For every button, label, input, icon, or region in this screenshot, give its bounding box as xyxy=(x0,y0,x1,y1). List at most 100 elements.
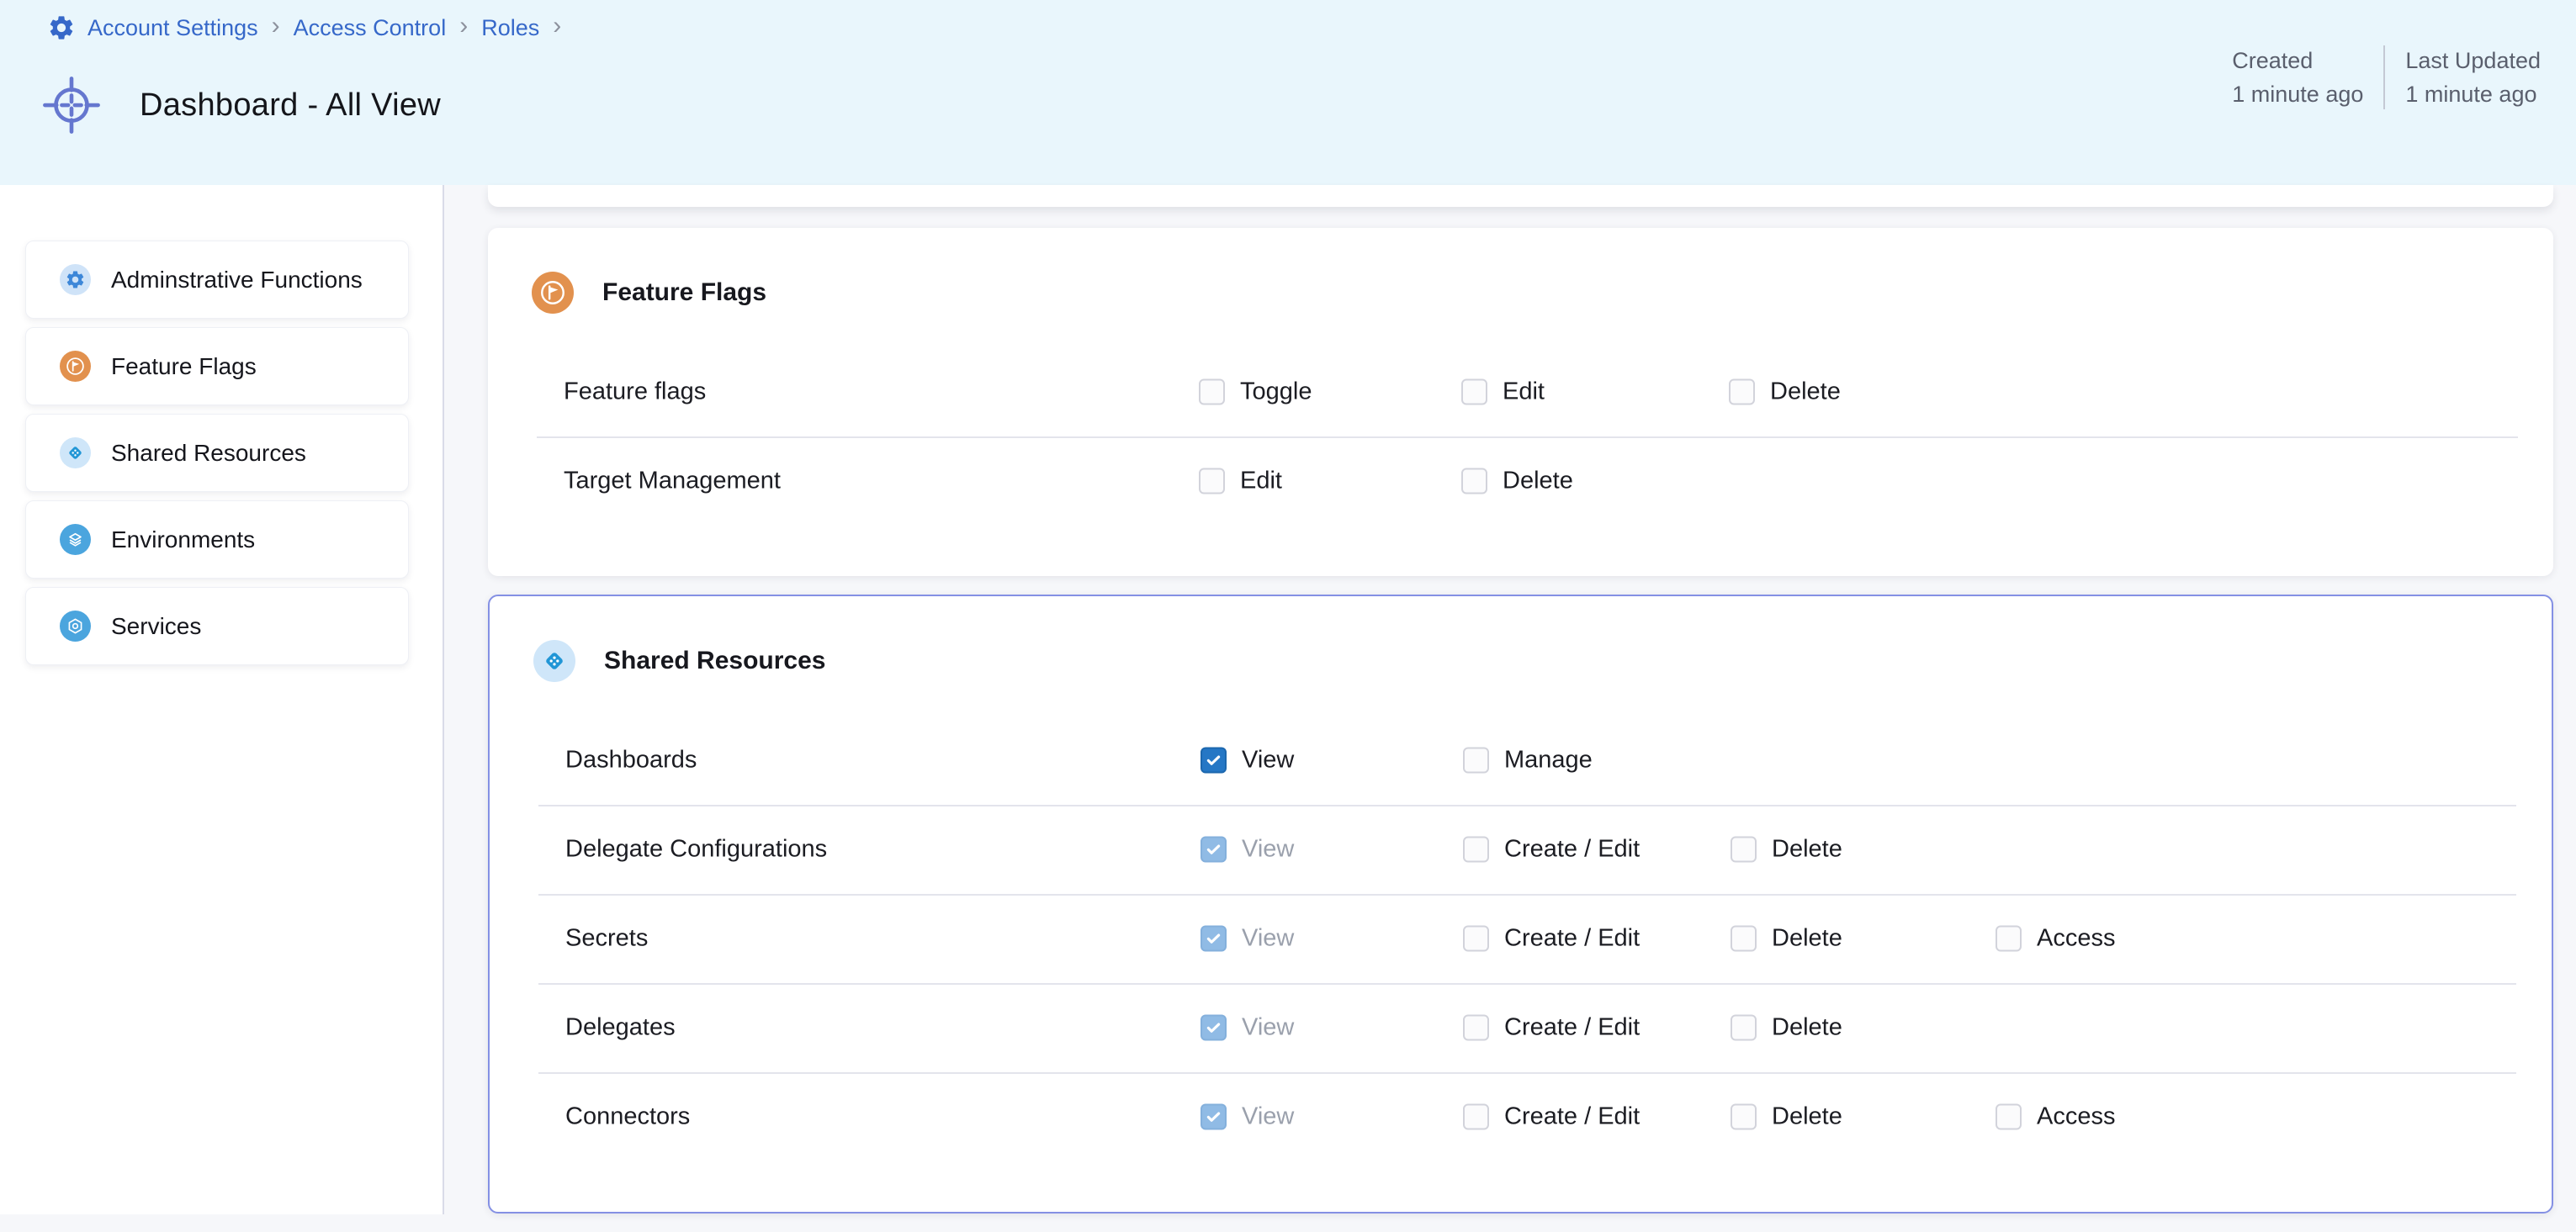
permission-delete[interactable]: Delete xyxy=(1461,468,1573,495)
last-updated-block: Last Updated 1 minute ago xyxy=(2385,44,2561,111)
resource-name: Dashboards xyxy=(565,747,697,775)
breadcrumb-separator-icon: › xyxy=(551,13,563,39)
permission-row: Delegates View Create / Edit Delete xyxy=(490,983,2552,1072)
resource-group-sidebar: Adminstrative Functions Feature Flags Sh… xyxy=(0,185,444,1214)
breadcrumb-access-control[interactable]: Access Control xyxy=(294,15,447,41)
permission-edit[interactable]: Edit xyxy=(1199,468,1282,495)
permission-manage[interactable]: Manage xyxy=(1463,747,1593,775)
flag-icon xyxy=(532,272,574,314)
checkbox[interactable] xyxy=(1201,748,1227,774)
account-settings-gear-icon[interactable] xyxy=(47,13,76,42)
checkbox[interactable] xyxy=(1463,1015,1489,1041)
checkbox-label: View xyxy=(1242,747,1294,775)
checkbox[interactable] xyxy=(1199,379,1225,405)
checkbox-label: Create / Edit xyxy=(1504,925,1640,953)
permission-access[interactable]: Access xyxy=(1996,1103,2115,1131)
permission-view[interactable]: View xyxy=(1201,747,1294,775)
permission-delete[interactable]: Delete xyxy=(1731,1103,1842,1131)
checkbox xyxy=(1201,926,1227,952)
role-crosshair-icon xyxy=(40,74,103,136)
last-updated-label: Last Updated xyxy=(2405,44,2541,77)
flag-icon xyxy=(60,351,91,382)
checkbox[interactable] xyxy=(1461,468,1487,494)
resource-name: Target Management xyxy=(564,468,781,495)
checkbox[interactable] xyxy=(1729,379,1755,405)
permission-create-edit[interactable]: Create / Edit xyxy=(1463,1014,1640,1042)
permission-toggle[interactable]: Toggle xyxy=(1199,378,1312,406)
sidebar-item-adminstrative-functions[interactable]: Adminstrative Functions xyxy=(25,241,409,319)
breadcrumb-separator-icon: › xyxy=(270,13,282,39)
checkbox[interactable] xyxy=(1463,748,1489,774)
page-header: Account Settings › Access Control › Role… xyxy=(0,0,2576,185)
permission-access[interactable]: Access xyxy=(1996,925,2115,953)
permission-rows: Dashboards View Manage Delegate Configur… xyxy=(490,716,2552,1161)
checkbox-label: Delete xyxy=(1772,1103,1842,1131)
permission-create-edit[interactable]: Create / Edit xyxy=(1463,836,1640,864)
sidebar-item-label: Feature Flags xyxy=(111,353,257,380)
checkbox-label: View xyxy=(1242,1103,1294,1131)
checkbox-label: Delete xyxy=(1770,378,1841,406)
breadcrumb-account-settings[interactable]: Account Settings xyxy=(87,15,258,41)
permission-row: Secrets View Create / Edit Delete Access xyxy=(490,894,2552,983)
permission-view: View xyxy=(1201,925,1294,953)
checkbox-label: Create / Edit xyxy=(1504,836,1640,864)
checkbox-label: Delete xyxy=(1772,1014,1842,1042)
resource-name: Secrets xyxy=(565,925,648,953)
layers-icon xyxy=(60,524,91,555)
permission-delete[interactable]: Delete xyxy=(1731,925,1842,953)
resource-name: Delegate Configurations xyxy=(565,836,827,864)
checkbox-label: Edit xyxy=(1503,378,1545,406)
created-block: Created 1 minute ago xyxy=(2212,44,2383,111)
checkbox-label: Delete xyxy=(1503,468,1573,495)
checkbox-label: Manage xyxy=(1504,747,1593,775)
sidebar-item-feature-flags[interactable]: Feature Flags xyxy=(25,327,409,405)
sidebar-item-services[interactable]: Services xyxy=(25,587,409,665)
breadcrumb-roles[interactable]: Roles xyxy=(481,15,539,41)
timestamps: Created 1 minute ago Last Updated 1 minu… xyxy=(2212,44,2561,111)
permission-rows: Feature flags Toggle Edit Delete Target … xyxy=(488,347,2553,526)
sidebar-item-label: Shared Resources xyxy=(111,440,306,467)
permission-view: View xyxy=(1201,1014,1294,1042)
checkbox[interactable] xyxy=(1463,837,1489,863)
hexagon-icon xyxy=(60,611,91,642)
partially-visible-card xyxy=(488,185,2553,207)
checkbox[interactable] xyxy=(1731,837,1757,863)
permission-create-edit[interactable]: Create / Edit xyxy=(1463,925,1640,953)
checkbox[interactable] xyxy=(1461,379,1487,405)
checkbox[interactable] xyxy=(1731,926,1757,952)
card-title: Feature Flags xyxy=(602,278,766,307)
card-header: Feature Flags xyxy=(488,228,2553,347)
card-title: Shared Resources xyxy=(604,647,825,675)
checkbox-label: Delete xyxy=(1772,836,1842,864)
permission-edit[interactable]: Edit xyxy=(1461,378,1545,406)
checkbox-label: View xyxy=(1242,925,1294,953)
checkbox-label: Access xyxy=(2037,1103,2115,1131)
permission-row: Dashboards View Manage xyxy=(490,716,2552,805)
created-label: Created xyxy=(2232,44,2363,77)
gear-icon xyxy=(60,264,91,295)
permission-delete[interactable]: Delete xyxy=(1731,836,1842,864)
permission-view: View xyxy=(1201,836,1294,864)
checkbox[interactable] xyxy=(1731,1104,1757,1130)
checkbox-label: Create / Edit xyxy=(1504,1014,1640,1042)
sidebar-item-shared-resources[interactable]: Shared Resources xyxy=(25,414,409,492)
permission-delete[interactable]: Delete xyxy=(1731,1014,1842,1042)
permission-delete[interactable]: Delete xyxy=(1729,378,1841,406)
checkbox[interactable] xyxy=(1463,926,1489,952)
permission-create-edit[interactable]: Create / Edit xyxy=(1463,1103,1640,1131)
sidebar-item-environments[interactable]: Environments xyxy=(25,500,409,579)
resource-name: Feature flags xyxy=(564,378,706,406)
breadcrumb: Account Settings › Access Control › Role… xyxy=(47,13,563,42)
checkbox[interactable] xyxy=(1463,1104,1489,1130)
checkbox[interactable] xyxy=(1731,1015,1757,1041)
checkbox[interactable] xyxy=(1996,926,2022,952)
card-header: Shared Resources xyxy=(490,596,2552,716)
checkbox[interactable] xyxy=(1199,468,1225,494)
permission-card-shared-resources: Shared Resources Dashboards View Manage … xyxy=(488,595,2553,1213)
sidebar-item-label: Adminstrative Functions xyxy=(111,267,363,293)
diamond-dots-icon xyxy=(60,437,91,468)
checkbox-label: Edit xyxy=(1240,468,1282,495)
checkbox[interactable] xyxy=(1996,1104,2022,1130)
diamond-dots-icon xyxy=(533,640,575,682)
resource-name: Connectors xyxy=(565,1103,690,1131)
